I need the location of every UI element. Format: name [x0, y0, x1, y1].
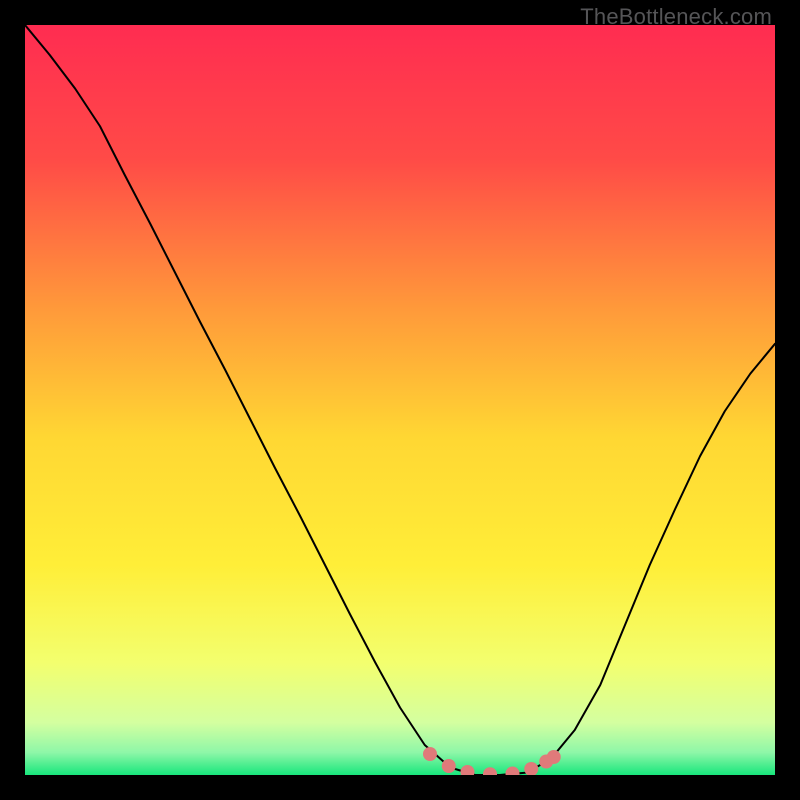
plot-area — [25, 25, 775, 775]
gradient-background — [25, 25, 775, 775]
bottleneck-chart — [25, 25, 775, 775]
marker-dot — [442, 759, 456, 773]
chart-container: TheBottleneck.com — [0, 0, 800, 800]
marker-dot — [547, 750, 561, 764]
marker-dot — [423, 747, 437, 761]
